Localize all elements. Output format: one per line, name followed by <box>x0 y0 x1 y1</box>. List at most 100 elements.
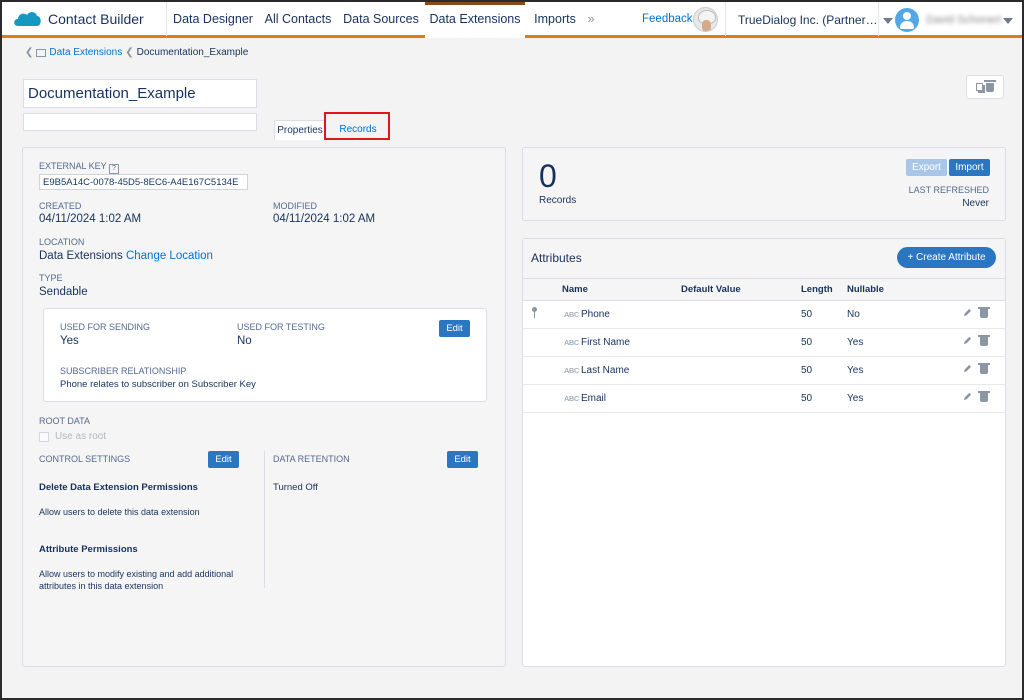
subscriber-relationship-value: Phone relates to subscriber on Subscribe… <box>60 379 256 390</box>
data-retention-value: Turned Off <box>273 482 318 493</box>
einstein-avatar-icon[interactable] <box>693 7 718 32</box>
app-title: Contact Builder <box>48 11 144 27</box>
column-length[interactable]: Length <box>801 284 833 295</box>
properties-panel: EXTERNAL KEY ? E9B5A14C-0078-45D5-8EC6-A… <box>22 147 506 667</box>
attribute-name: Last Name <box>581 365 630 376</box>
tab-data-extensions[interactable]: Data Extensions <box>425 2 525 38</box>
pencil-icon[interactable] <box>963 336 972 345</box>
create-attribute-button[interactable]: + Create Attribute <box>897 247 996 268</box>
pencil-icon[interactable] <box>963 364 972 373</box>
location-label: LOCATION <box>39 237 85 247</box>
primary-key-icon <box>532 307 537 318</box>
used-for-sending-value: Yes <box>60 335 79 347</box>
attribute-length: 50 <box>801 393 813 404</box>
use-as-root-checkbox[interactable] <box>39 432 49 442</box>
attributes-title: Attributes <box>531 251 582 265</box>
pencil-icon[interactable] <box>963 392 972 401</box>
table-row[interactable]: ABC Phone 50 No <box>523 301 1005 329</box>
edit-control-settings-button[interactable]: Edit <box>208 451 239 468</box>
attributes-table-header: Name Default Value Length Nullable <box>523 279 1005 301</box>
salesforce-cloud-icon <box>14 12 41 26</box>
attribute-length: 50 <box>801 365 813 376</box>
sendable-settings-box: USED FOR SENDING Yes USED FOR TESTING No… <box>43 308 487 402</box>
data-extension-name-field[interactable]: Documentation_Example <box>23 79 257 108</box>
folder-icon <box>36 48 47 57</box>
copy-icon[interactable] <box>976 83 983 91</box>
records-label: Records <box>539 195 577 206</box>
highlight-box <box>324 112 390 140</box>
import-button[interactable]: Import <box>949 159 990 176</box>
attributes-header: Attributes + Create Attribute <box>523 239 1005 279</box>
attribute-length: 50 <box>801 337 813 348</box>
app-window: Contact Builder Data Designer All Contac… <box>0 0 1024 700</box>
created-label: CREATED <box>39 201 82 211</box>
trash-icon[interactable] <box>978 335 990 346</box>
chevron-left-icon: ❮ <box>125 47 134 58</box>
breadcrumb: ❮ Data Extensions ❮ Documentation_Exampl… <box>22 47 248 58</box>
chevron-left-icon: ❮ <box>25 47 34 58</box>
attribute-permissions-desc-2: attributes in this data extension <box>39 581 164 591</box>
attribute-nullable: No <box>847 309 860 320</box>
delete-permissions-title: Delete Data Extension Permissions <box>39 482 198 493</box>
user-name[interactable]: David Schonert <box>926 14 1001 26</box>
location-value: Data Extensions Change Location <box>39 250 213 262</box>
brand[interactable]: Contact Builder <box>12 9 144 29</box>
records-panel: 0 Records Export Import LAST REFRESHED N… <box>522 147 1006 221</box>
attribute-name: First Name <box>581 337 630 348</box>
column-nullable[interactable]: Nullable <box>847 284 884 295</box>
edit-sendable-button[interactable]: Edit <box>439 320 470 337</box>
org-switcher[interactable]: TrueDialog Inc. (Partner… <box>738 13 893 27</box>
external-key-field[interactable]: E9B5A14C-0078-45D5-8EC6-A4E167C5134E <box>39 174 248 190</box>
org-name: TrueDialog Inc. (Partner… <box>738 13 878 27</box>
pencil-icon[interactable] <box>963 308 972 317</box>
nav-divider <box>725 2 726 36</box>
modified-value: 04/11/2024 1:02 AM <box>273 213 376 225</box>
column-default-value[interactable]: Default Value <box>681 284 741 295</box>
type-label: TYPE <box>39 273 63 283</box>
trash-icon[interactable] <box>984 79 996 92</box>
used-for-testing-label: USED FOR TESTING <box>237 322 325 332</box>
tab-data-sources[interactable]: Data Sources <box>342 2 420 36</box>
trash-icon[interactable] <box>978 307 990 318</box>
more-tabs-icon[interactable]: » <box>582 2 600 36</box>
chevron-down-icon <box>882 17 893 24</box>
user-avatar[interactable] <box>895 8 919 32</box>
tab-data-designer[interactable]: Data Designer <box>172 2 254 36</box>
delete-permissions-desc: Allow users to delete this data extensio… <box>39 507 200 517</box>
text-type-icon: ABC <box>564 366 579 375</box>
feedback-link[interactable]: Feedback <box>642 13 693 25</box>
help-icon[interactable]: ? <box>109 164 119 174</box>
use-as-root-label: Use as root <box>55 431 107 442</box>
trash-icon[interactable] <box>978 391 990 402</box>
table-row[interactable]: ABC Email 50 Yes <box>523 385 1005 413</box>
description-field[interactable] <box>23 113 257 131</box>
chevron-down-icon[interactable] <box>1003 18 1013 24</box>
attribute-nullable: Yes <box>847 337 864 348</box>
export-button[interactable]: Export <box>906 159 947 176</box>
attribute-length: 50 <box>801 309 813 320</box>
change-location-link[interactable]: Change Location <box>126 250 213 262</box>
breadcrumb-data-extensions[interactable]: Data Extensions <box>49 47 122 58</box>
nav-divider <box>166 2 167 36</box>
tab-imports[interactable]: Imports <box>530 2 580 36</box>
text-type-icon: ABC <box>564 310 579 319</box>
tab-properties[interactable]: Properties <box>274 120 326 140</box>
actions-group <box>966 75 1004 99</box>
column-name[interactable]: Name <box>562 284 588 295</box>
last-refreshed-value: Never <box>962 198 989 209</box>
nav-divider <box>878 2 879 36</box>
trash-icon[interactable] <box>978 363 990 374</box>
used-for-sending-label: USED FOR SENDING <box>60 322 151 332</box>
top-nav: Contact Builder Data Designer All Contac… <box>2 2 1022 38</box>
attribute-name: Phone <box>581 309 610 320</box>
tab-all-contacts[interactable]: All Contacts <box>260 2 336 36</box>
table-row[interactable]: ABC Last Name 50 Yes <box>523 357 1005 385</box>
location-name: Data Extensions <box>39 250 123 262</box>
attributes-panel: Attributes + Create Attribute Name Defau… <box>522 238 1006 667</box>
edit-data-retention-button[interactable]: Edit <box>447 451 478 468</box>
attribute-nullable: Yes <box>847 365 864 376</box>
table-row[interactable]: ABC First Name 50 Yes <box>523 329 1005 357</box>
type-value: Sendable <box>39 286 88 298</box>
control-settings-label: CONTROL SETTINGS <box>39 454 131 464</box>
breadcrumb-current: Documentation_Example <box>136 47 249 58</box>
